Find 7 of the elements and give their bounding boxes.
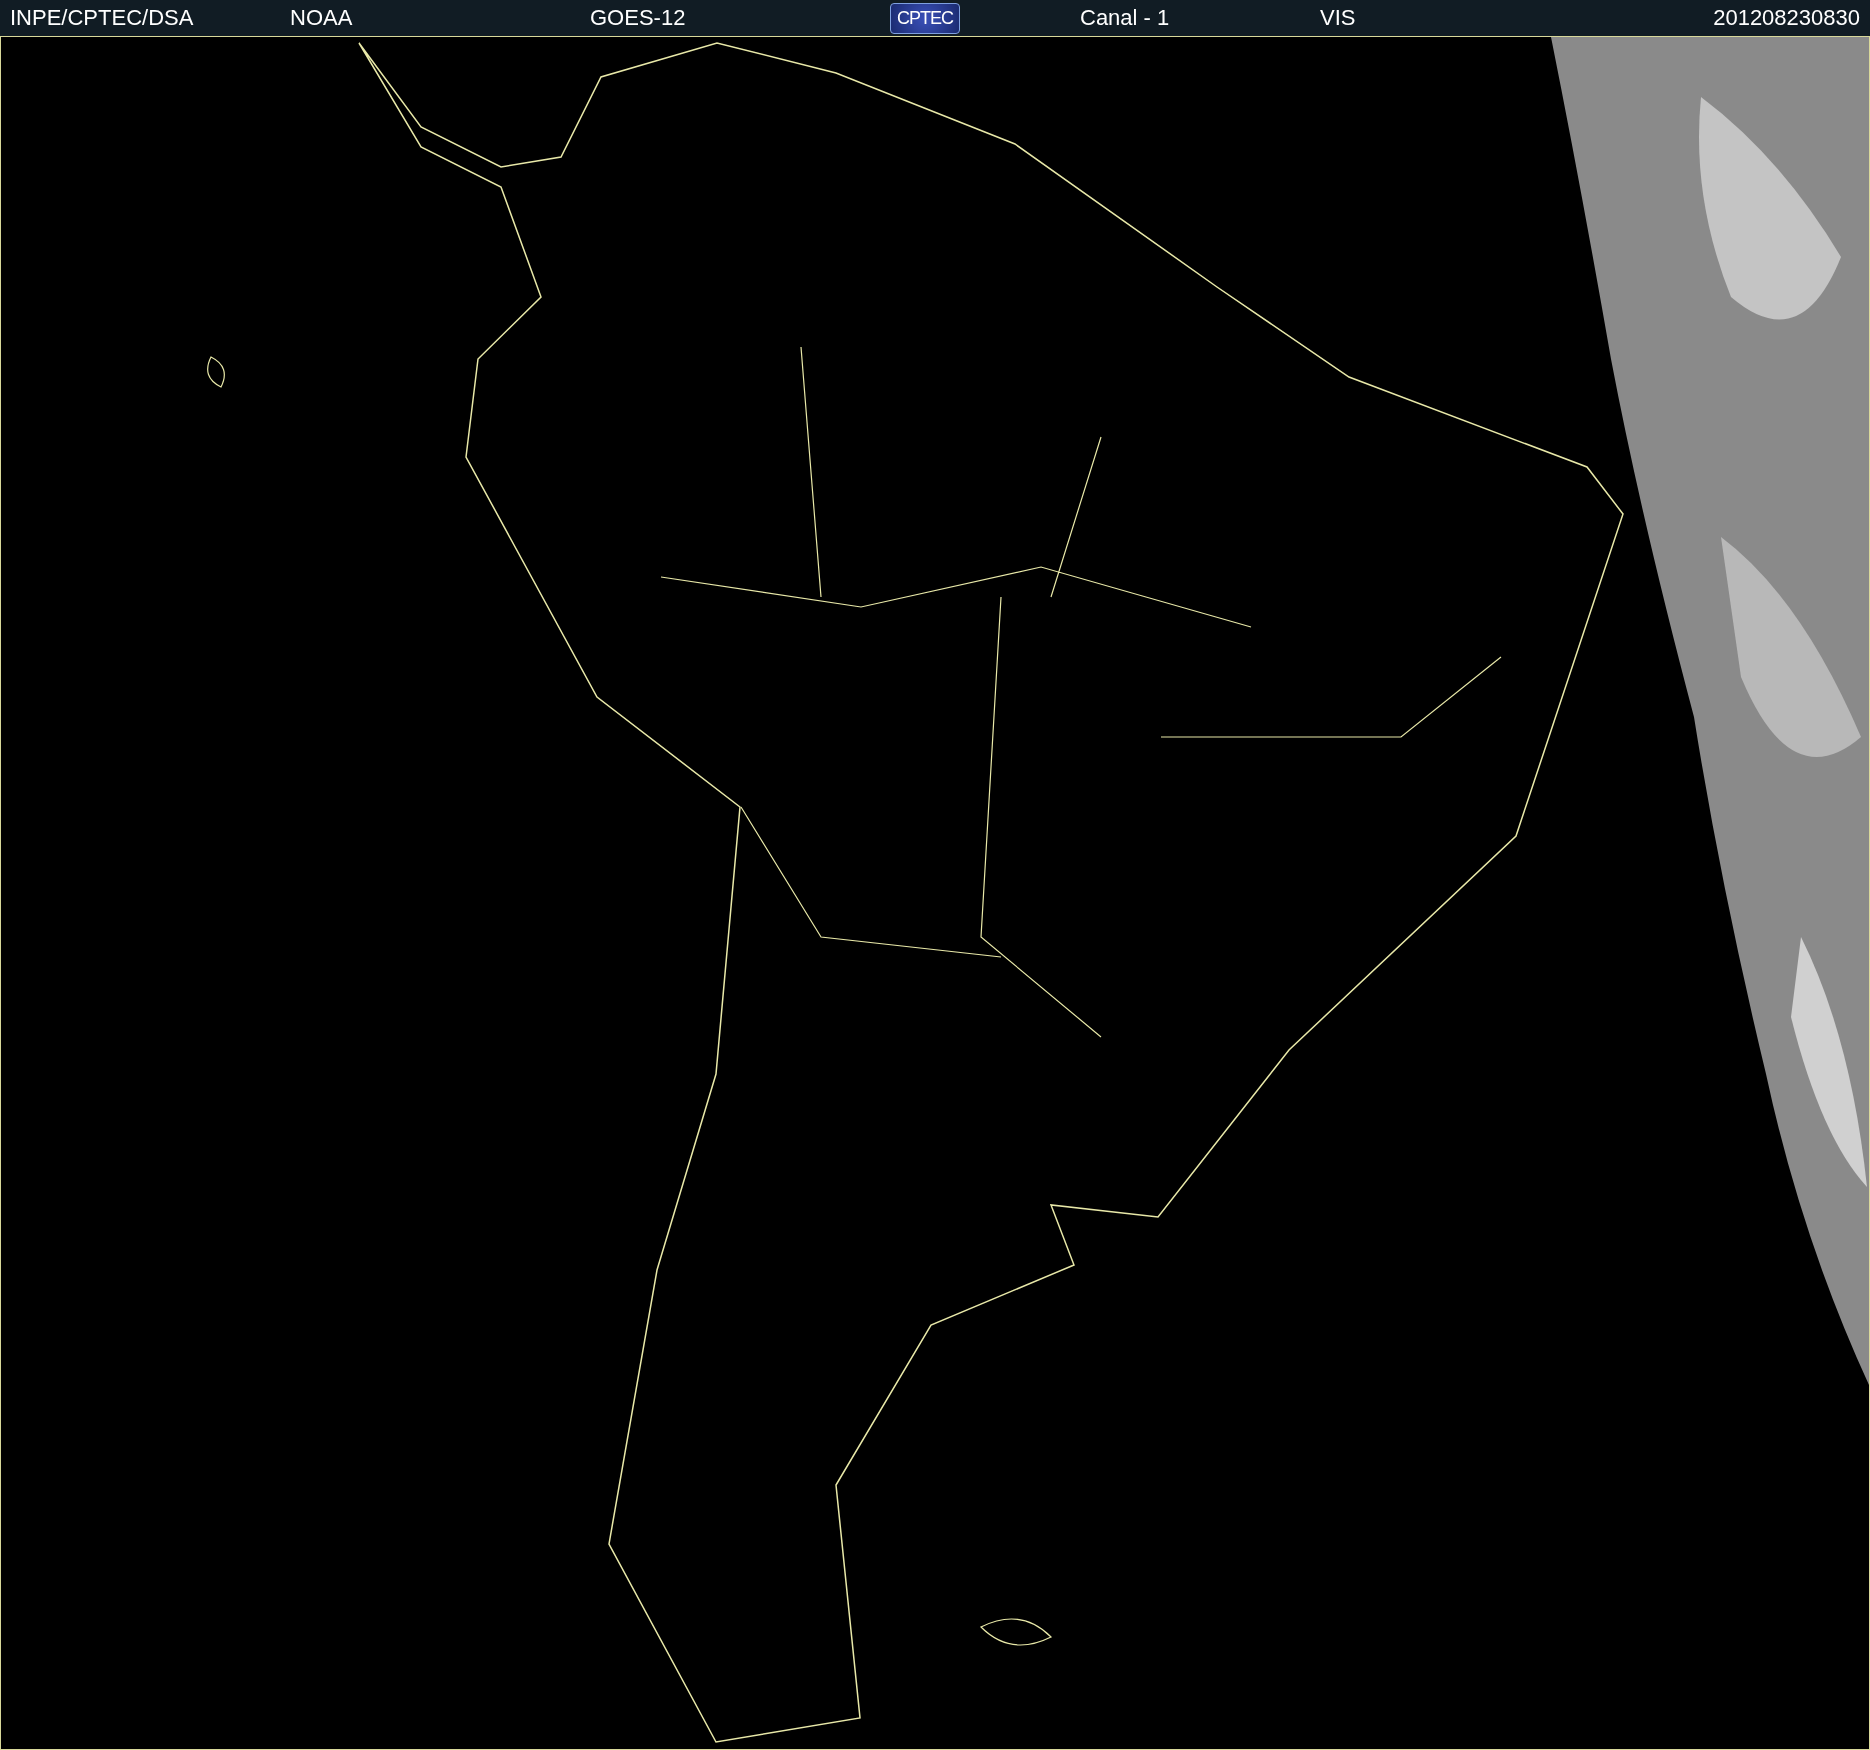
logo: CPTEC (890, 2, 960, 34)
header-label: GOES-12 (590, 5, 686, 31)
header-label: 201208230830 (1713, 5, 1860, 31)
header-label: INPE/CPTEC/DSA (10, 5, 194, 31)
header-label: VIS (1320, 5, 1356, 31)
header-label: Canal - 1 (1080, 5, 1170, 31)
header-label: NOAA (290, 5, 353, 31)
